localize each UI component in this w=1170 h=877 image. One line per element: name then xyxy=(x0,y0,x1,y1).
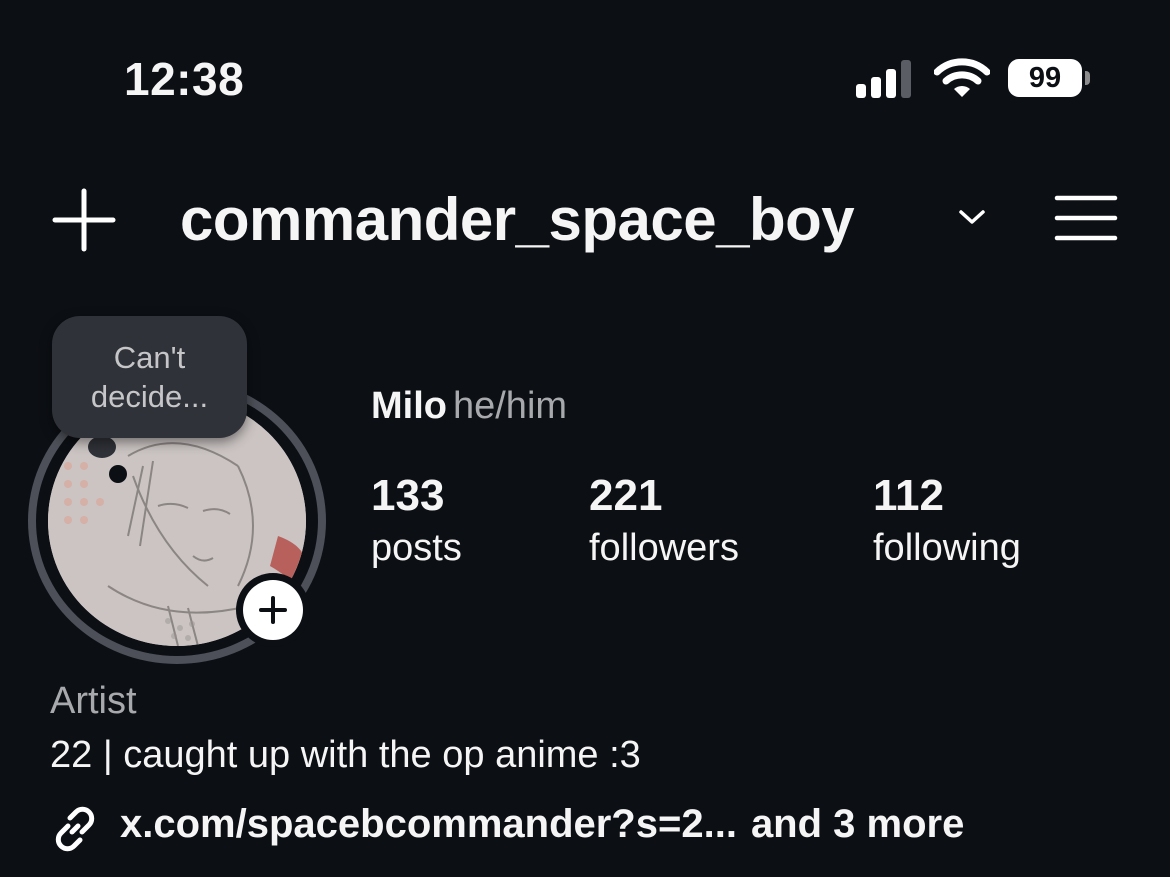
battery-icon: 99 xyxy=(1008,59,1090,99)
profile-category: Artist xyxy=(50,680,137,722)
account-username[interactable]: commander_space_boy xyxy=(180,185,855,254)
stat-posts-label: posts xyxy=(371,527,462,569)
profile-name: Milo xyxy=(371,385,447,427)
hamburger-menu-icon[interactable] xyxy=(1054,194,1118,242)
stat-posts[interactable]: 133 posts xyxy=(371,470,462,574)
battery-level: 99 xyxy=(1008,59,1082,97)
profile-links[interactable]: x.com/spacebcommander?s=2... and 3 more xyxy=(120,802,964,847)
profile-link-more[interactable]: and 3 more xyxy=(751,802,964,846)
chevron-down-icon[interactable] xyxy=(956,206,988,228)
note-bubble-dot xyxy=(109,465,127,483)
note-bubble-tail xyxy=(88,436,116,458)
profile-name-line: Milo he/him xyxy=(371,385,567,428)
plus-icon[interactable] xyxy=(52,188,116,252)
add-icon xyxy=(259,596,287,624)
stat-following-count: 112 xyxy=(873,471,944,520)
add-story-button[interactable] xyxy=(236,573,310,647)
wifi-icon xyxy=(934,58,990,97)
profile-pronouns: he/him xyxy=(452,385,568,427)
stat-followers-count: 221 xyxy=(589,471,663,520)
stat-posts-count: 133 xyxy=(371,471,445,520)
profile-note[interactable]: Can't decide... xyxy=(52,316,247,438)
cellular-signal-icon xyxy=(856,58,914,98)
stat-following[interactable]: 112 following xyxy=(873,470,1021,574)
profile-note-text: Can't decide... xyxy=(90,340,209,414)
status-time: 12:38 xyxy=(124,53,245,105)
stat-followers-label: followers xyxy=(589,527,739,569)
profile-link[interactable]: x.com/spacebcommander?s=2... xyxy=(120,802,737,846)
stat-followers[interactable]: 221 followers xyxy=(589,470,739,574)
stat-following-label: following xyxy=(873,527,1021,569)
profile-bio: 22 | caught up with the op anime :3 xyxy=(50,734,641,776)
link-icon xyxy=(55,806,95,852)
